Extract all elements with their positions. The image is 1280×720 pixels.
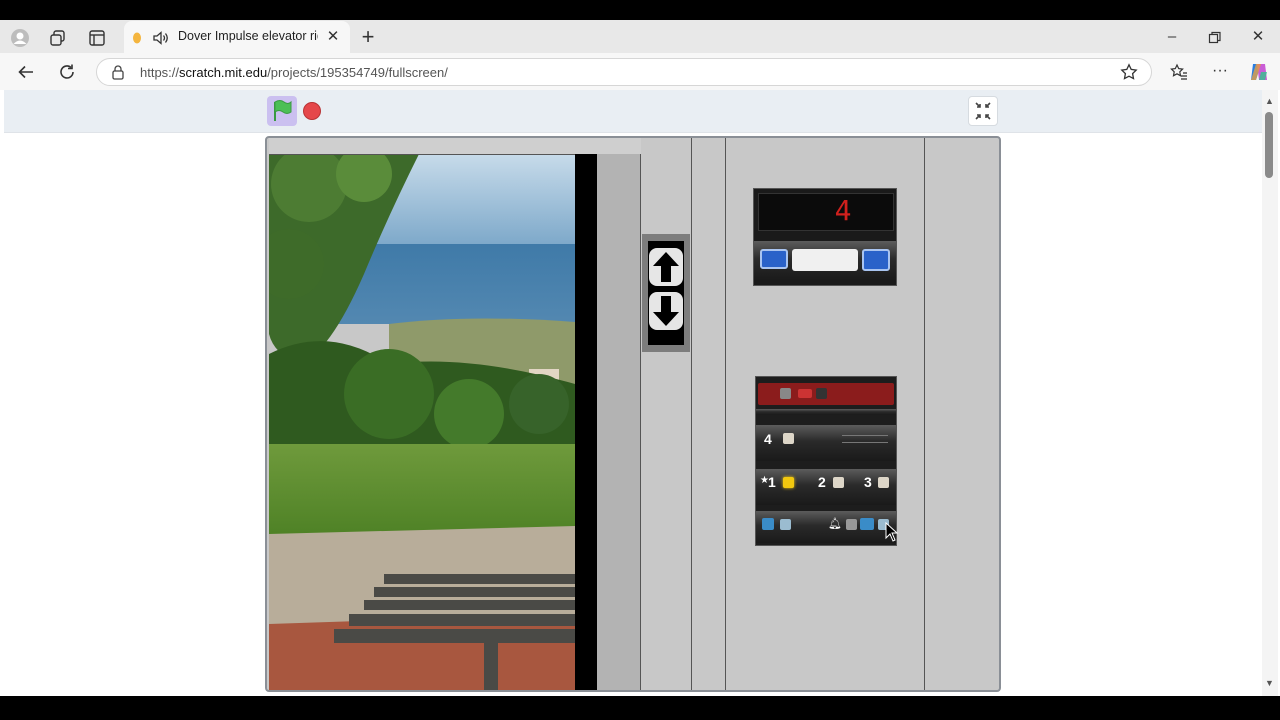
scroll-down-icon[interactable]: ▼ — [1265, 678, 1274, 688]
top-frame — [269, 138, 641, 155]
emergency-row — [758, 383, 894, 405]
scratch-controls-bar — [4, 90, 1262, 133]
scenery-view — [267, 146, 575, 690]
new-tab-icon[interactable]: + — [358, 26, 378, 48]
floor-indicator: 4 — [753, 188, 897, 286]
project-stage[interactable]: 4 4 1 ★ 2 3 🔔︎ — [265, 136, 1001, 692]
floor-button-4[interactable] — [783, 433, 794, 444]
speaker-icon[interactable] — [152, 29, 170, 47]
stop-button[interactable] — [303, 102, 321, 120]
accessibility-star-icon: ★ — [760, 475, 769, 486]
bottom-edge — [0, 696, 1280, 720]
door-close-button[interactable] — [860, 518, 874, 530]
more-icon[interactable]: ··· — [1210, 63, 1230, 79]
door-panel — [597, 154, 641, 690]
page-scrollbar[interactable]: ▲ ▼ — [1262, 90, 1278, 696]
floor-button-1-label: 1 — [768, 474, 776, 490]
up-down-arrows-icon — [649, 248, 683, 330]
floor-row-4-extras — [842, 435, 888, 443]
floor-button-2[interactable] — [833, 477, 844, 488]
wall-divider-3 — [924, 138, 925, 690]
scroll-up-icon[interactable]: ▲ — [1265, 96, 1274, 106]
wall-divider-1 — [691, 138, 692, 690]
car-operating-panel: 4 1 ★ 2 3 🔔︎ — [755, 376, 897, 546]
alarm-bell-icon[interactable]: 🔔︎ — [828, 517, 842, 530]
alarm-button[interactable] — [846, 519, 857, 530]
restore-icon[interactable] — [1208, 31, 1222, 45]
floor-display-digit: 4 — [834, 194, 852, 227]
floor-button-2-label: 2 — [818, 474, 826, 490]
direction-lantern — [642, 234, 690, 352]
mouse-cursor-icon — [885, 522, 899, 542]
refresh-icon[interactable] — [58, 63, 76, 81]
door-open-button[interactable] — [762, 518, 774, 530]
scratch-favicon — [132, 31, 142, 44]
close-tab-icon[interactable]: ✕ — [325, 29, 341, 45]
favorites-icon[interactable] — [1170, 63, 1188, 81]
exit-fullscreen-button[interactable] — [968, 96, 998, 126]
tab-title: Dover Impulse elevator ride — [178, 29, 318, 43]
close-window-icon[interactable]: ✕ — [1250, 29, 1266, 45]
profile-icon[interactable] — [10, 28, 30, 48]
green-flag-icon — [274, 100, 292, 121]
minimize-icon[interactable]: – — [1164, 29, 1180, 45]
green-flag-button[interactable] — [267, 96, 297, 126]
url-text[interactable]: https://scratch.mit.edu/projects/1953547… — [140, 65, 448, 80]
lock-icon[interactable] — [110, 64, 126, 80]
wall-divider-2 — [725, 138, 726, 690]
message-display — [792, 249, 858, 271]
workspaces-icon[interactable] — [49, 29, 67, 47]
door-open-indicator — [760, 249, 788, 269]
floor-button-3-label: 3 — [864, 474, 872, 490]
door-close-indicator — [862, 249, 890, 271]
copilot-icon[interactable] — [1248, 61, 1270, 83]
tab-actions-icon[interactable] — [88, 29, 106, 47]
floor-button-4-label: 4 — [764, 431, 772, 447]
back-arrow-icon[interactable] — [17, 63, 35, 81]
door-shadow — [575, 154, 597, 690]
floor-button-1[interactable] — [783, 477, 794, 488]
hold-button[interactable] — [780, 519, 791, 530]
shrink-icon — [975, 102, 991, 120]
floor-button-3[interactable] — [878, 477, 889, 488]
star-icon[interactable] — [1120, 63, 1138, 81]
scrollbar-thumb[interactable] — [1265, 112, 1273, 178]
